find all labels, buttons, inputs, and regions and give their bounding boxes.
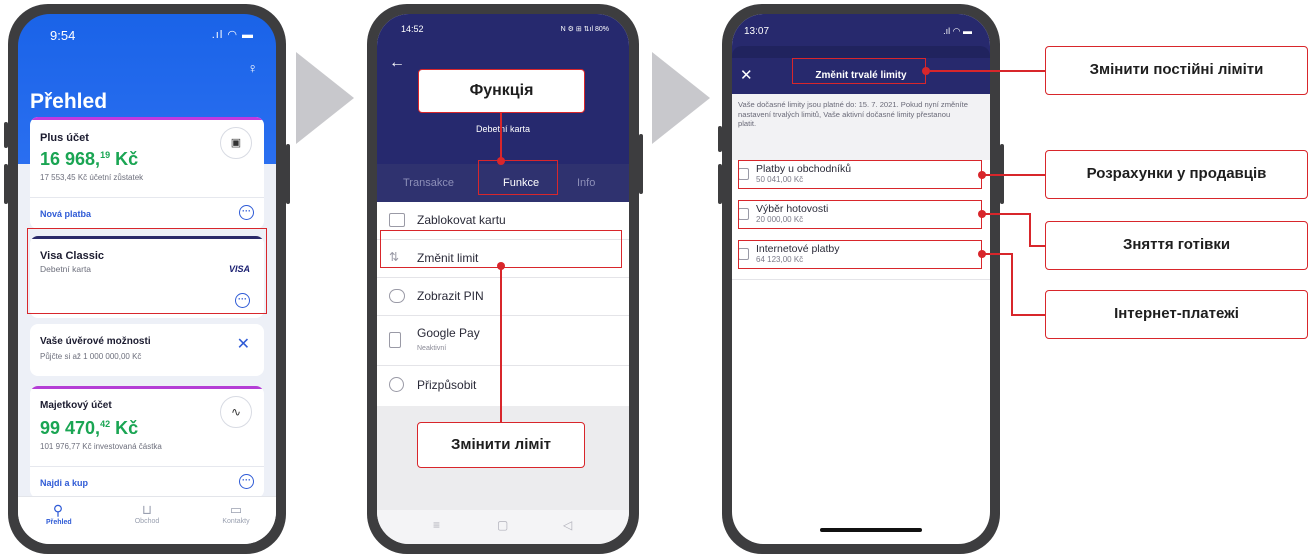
merchants-highlight: [738, 160, 982, 189]
invested-amount: 101 976,77 Kč investovaná částka: [40, 442, 162, 451]
close-icon[interactable]: ✕: [237, 334, 250, 354]
phone-nfc-icon: [389, 332, 401, 348]
status-icons: N ⚙ ⊞ ⇅ıl 80%: [560, 26, 609, 33]
google-pay-status: Neaktivní: [417, 345, 447, 352]
profile-icon[interactable]: ♀: [248, 60, 259, 76]
annotation-dot: [497, 157, 505, 165]
signal-wifi-battery-icon: .ıl ◠ ▬: [943, 26, 972, 36]
status-time: 14:52: [401, 24, 424, 34]
status-time: 13:07: [744, 26, 770, 37]
status-time: 9:54: [50, 28, 76, 43]
home-nav-icon[interactable]: ▢: [497, 518, 508, 532]
bottom-tab-bar: ⚲ Přehled ⊔ Obchod ▭ Kontakty: [18, 496, 276, 544]
account-balance: 99 470,42 Kč: [40, 418, 139, 438]
cash-highlight: [738, 200, 982, 229]
chart-line-icon: ∿: [220, 396, 252, 428]
accounting-balance: 17 553,45 Kč účetní zůstatek: [40, 173, 144, 182]
card-subtitle: Debetní karta: [475, 124, 531, 134]
visa-card-highlight: [27, 228, 267, 314]
menu-show-pin[interactable]: Zobrazit PIN: [377, 278, 629, 316]
account-name: Majetkový účet: [40, 400, 112, 411]
cash-icon: ▣: [220, 127, 252, 159]
investment-account-card[interactable]: Majetkový účet 99 470,42 Kč 101 976,77 K…: [30, 386, 264, 498]
tab-transactions[interactable]: Transakce: [403, 177, 454, 189]
tab-shop[interactable]: ⊔ Obchod: [132, 502, 162, 525]
page-title: Přehled: [30, 90, 108, 113]
connector-line: [500, 266, 502, 422]
title-highlight: [792, 58, 926, 84]
annotation-dot: [497, 262, 505, 270]
connector-line: [984, 213, 1030, 215]
find-and-buy-link[interactable]: Najdi a kup: [40, 478, 88, 488]
arrow-right-icon: [652, 52, 710, 144]
annotation-cash: Зняття готівки: [1045, 221, 1308, 270]
menu-customize[interactable]: Přizpůsobit: [377, 366, 629, 406]
connector-line: [930, 70, 1045, 72]
back-arrow-icon[interactable]: ←: [389, 54, 405, 72]
annotation-dot: [922, 67, 930, 75]
more-icon[interactable]: ···: [239, 205, 254, 220]
temporary-limits-notice: Vaše dočasné limity jsou platné do: 15. …: [738, 100, 968, 128]
cart-icon: ⊔: [141, 502, 153, 517]
connector-line: [500, 113, 502, 160]
connector-line: [1011, 253, 1013, 315]
credit-title: Vaše úvěrové možnosti: [40, 336, 151, 347]
signal-wifi-battery-icon: .ıl ◠ ▬: [211, 29, 254, 41]
plus-account-card[interactable]: Plus účet 16 968,19 Kč 17 553,45 Kč účet…: [30, 117, 264, 229]
palette-icon: [389, 377, 404, 392]
pin-dots-icon: [389, 289, 405, 303]
annotation-change-limit: Змінити ліміт: [417, 422, 585, 468]
credit-subtitle: Půjčte si až 1 000 000,00 Kč: [40, 352, 142, 361]
connector-line: [1011, 314, 1045, 316]
menu-google-pay[interactable]: Google Pay Neaktivní: [377, 316, 629, 366]
phone-limits: 13:07 .ıl ◠ ▬ ✕ Změnit trvalé limity Vaš…: [718, 4, 1004, 554]
new-payment-link[interactable]: Nová platba: [40, 209, 91, 219]
connector-line: [984, 253, 1012, 255]
tab-overview[interactable]: ⚲ Přehled: [46, 502, 72, 526]
account-name: Plus účet: [40, 132, 89, 144]
tab-contacts[interactable]: ▭ Kontakty: [218, 502, 254, 525]
connector-line: [984, 174, 1045, 176]
more-icon[interactable]: ···: [239, 474, 254, 489]
status-bar: 9:54 .ıl ◠ ▬: [18, 14, 276, 54]
annotation-merchants: Розрахунки у продавців: [1045, 150, 1308, 199]
functions-tab-highlight: [478, 160, 558, 195]
back-nav-icon[interactable]: ◁: [563, 518, 572, 532]
connector-line: [1029, 245, 1045, 247]
system-nav-bar: ≡ ▢ ◁: [377, 510, 629, 544]
menu-nav-icon[interactable]: ≡: [433, 518, 440, 532]
annotation-function: Функція: [418, 69, 585, 113]
internet-highlight: [738, 240, 982, 269]
account-balance: 16 968,19 Kč: [40, 149, 139, 169]
home-indicator: [820, 528, 922, 532]
chat-icon: ▭: [229, 502, 243, 517]
annotation-internet: Інтернет-платежі: [1045, 290, 1308, 339]
credit-offer-card[interactable]: Vaše úvěrové možnosti Půjčte si až 1 000…: [30, 324, 264, 376]
arrow-right-icon: [296, 52, 354, 144]
connector-line: [1029, 213, 1031, 246]
limits-screen: 13:07 .ıl ◠ ▬ ✕ Změnit trvalé limity Vaš…: [732, 14, 990, 544]
tab-info[interactable]: Info: [577, 177, 595, 189]
card-block-icon: [389, 213, 405, 227]
location-icon: ⚲: [52, 502, 64, 518]
annotation-change-permanent: Змінити постійні ліміти: [1045, 46, 1308, 95]
